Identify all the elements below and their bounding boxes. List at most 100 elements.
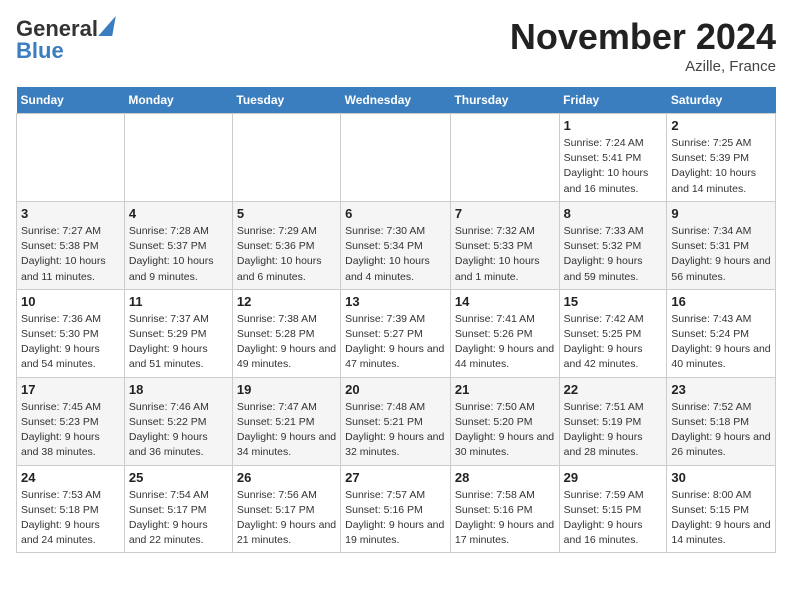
- day-cell: 28 Sunrise: 7:58 AM Sunset: 5:16 PM Dayli…: [450, 465, 559, 553]
- week-row-3: 10 Sunrise: 7:36 AM Sunset: 5:30 PM Dayli…: [17, 289, 776, 377]
- day-info: Sunrise: 8:00 AM Sunset: 5:15 PM Dayligh…: [671, 488, 771, 549]
- day-number: 7: [455, 206, 555, 221]
- day-info: Sunrise: 7:27 AM Sunset: 5:38 PM Dayligh…: [21, 224, 120, 285]
- day-cell: 21 Sunrise: 7:50 AM Sunset: 5:20 PM Dayli…: [450, 377, 559, 465]
- day-number: 11: [129, 294, 228, 309]
- day-info: Sunrise: 7:59 AM Sunset: 5:15 PM Dayligh…: [564, 488, 663, 549]
- day-info: Sunrise: 7:50 AM Sunset: 5:20 PM Dayligh…: [455, 400, 555, 461]
- day-cell: 13 Sunrise: 7:39 AM Sunset: 5:27 PM Dayli…: [341, 289, 451, 377]
- day-cell: 12 Sunrise: 7:38 AM Sunset: 5:28 PM Dayli…: [232, 289, 340, 377]
- day-number: 9: [671, 206, 771, 221]
- day-info: Sunrise: 7:33 AM Sunset: 5:32 PM Dayligh…: [564, 224, 663, 285]
- day-number: 17: [21, 382, 120, 397]
- day-info: Sunrise: 7:48 AM Sunset: 5:21 PM Dayligh…: [345, 400, 446, 461]
- location: Azille, France: [510, 58, 776, 75]
- day-cell: 18Sunrise: 7:46 AM Sunset: 5:22 PM Dayli…: [124, 377, 232, 465]
- day-cell: 19 Sunrise: 7:47 AM Sunset: 5:21 PM Dayli…: [232, 377, 340, 465]
- day-info: Sunrise: 7:29 AM Sunset: 5:36 PM Dayligh…: [237, 224, 336, 285]
- day-cell: 2Sunrise: 7:25 AM Sunset: 5:39 PM Daylig…: [667, 114, 776, 202]
- day-cell: 24Sunrise: 7:53 AM Sunset: 5:18 PM Dayli…: [17, 465, 125, 553]
- day-info: Sunrise: 7:54 AM Sunset: 5:17 PM Dayligh…: [129, 488, 228, 549]
- day-info: Sunrise: 7:58 AM Sunset: 5:16 PM Dayligh…: [455, 488, 555, 549]
- day-number: 19: [237, 382, 336, 397]
- day-cell: 22Sunrise: 7:51 AM Sunset: 5:19 PM Dayli…: [559, 377, 667, 465]
- day-info: Sunrise: 7:34 AM Sunset: 5:31 PM Dayligh…: [671, 224, 771, 285]
- day-number: 10: [21, 294, 120, 309]
- header-cell-friday: Friday: [559, 87, 667, 114]
- day-cell: 7Sunrise: 7:32 AM Sunset: 5:33 PM Daylig…: [450, 201, 559, 289]
- header-row: SundayMondayTuesdayWednesdayThursdayFrid…: [17, 87, 776, 114]
- day-cell: 3 Sunrise: 7:27 AM Sunset: 5:38 PM Daylig…: [17, 201, 125, 289]
- week-row-5: 24Sunrise: 7:53 AM Sunset: 5:18 PM Dayli…: [17, 465, 776, 553]
- day-info: Sunrise: 7:30 AM Sunset: 5:34 PM Dayligh…: [345, 224, 446, 285]
- page-header: General Blue November 2024 Azille, Franc…: [16, 16, 776, 75]
- day-cell: [450, 114, 559, 202]
- calendar-body: 1 Sunrise: 7:24 AM Sunset: 5:41 PM Daylig…: [17, 114, 776, 553]
- day-number: 20: [345, 382, 446, 397]
- header-cell-tuesday: Tuesday: [232, 87, 340, 114]
- day-number: 3: [21, 206, 120, 221]
- day-number: 13: [345, 294, 446, 309]
- day-info: Sunrise: 7:39 AM Sunset: 5:27 PM Dayligh…: [345, 312, 446, 373]
- day-cell: [17, 114, 125, 202]
- day-number: 2: [671, 118, 771, 133]
- day-cell: 5 Sunrise: 7:29 AM Sunset: 5:36 PM Daylig…: [232, 201, 340, 289]
- day-info: Sunrise: 7:41 AM Sunset: 5:26 PM Dayligh…: [455, 312, 555, 373]
- logo: General Blue: [16, 16, 114, 63]
- day-number: 22: [564, 382, 663, 397]
- day-info: Sunrise: 7:42 AM Sunset: 5:25 PM Dayligh…: [564, 312, 663, 373]
- day-number: 15: [564, 294, 663, 309]
- day-number: 24: [21, 470, 120, 485]
- header-cell-wednesday: Wednesday: [341, 87, 451, 114]
- day-info: Sunrise: 7:38 AM Sunset: 5:28 PM Dayligh…: [237, 312, 336, 373]
- day-number: 5: [237, 206, 336, 221]
- day-info: Sunrise: 7:36 AM Sunset: 5:30 PM Dayligh…: [21, 312, 120, 373]
- day-number: 8: [564, 206, 663, 221]
- week-row-1: 1 Sunrise: 7:24 AM Sunset: 5:41 PM Daylig…: [17, 114, 776, 202]
- day-number: 16: [671, 294, 771, 309]
- week-row-2: 3 Sunrise: 7:27 AM Sunset: 5:38 PM Daylig…: [17, 201, 776, 289]
- day-cell: 23 Sunrise: 7:52 AM Sunset: 5:18 PM Dayli…: [667, 377, 776, 465]
- day-number: 26: [237, 470, 336, 485]
- day-number: 4: [129, 206, 228, 221]
- month-title: November 2024: [510, 16, 776, 58]
- day-number: 27: [345, 470, 446, 485]
- day-cell: 8 Sunrise: 7:33 AM Sunset: 5:32 PM Daylig…: [559, 201, 667, 289]
- day-cell: 11Sunrise: 7:37 AM Sunset: 5:29 PM Dayli…: [124, 289, 232, 377]
- day-number: 12: [237, 294, 336, 309]
- day-info: Sunrise: 7:28 AM Sunset: 5:37 PM Dayligh…: [129, 224, 228, 285]
- header-cell-sunday: Sunday: [17, 87, 125, 114]
- day-number: 28: [455, 470, 555, 485]
- day-cell: 26 Sunrise: 7:56 AM Sunset: 5:17 PM Dayli…: [232, 465, 340, 553]
- title-block: November 2024 Azille, France: [510, 16, 776, 75]
- day-cell: 16Sunrise: 7:43 AM Sunset: 5:24 PM Dayli…: [667, 289, 776, 377]
- day-number: 1: [564, 118, 663, 133]
- logo-blue: Blue: [16, 39, 64, 63]
- day-cell: 30 Sunrise: 8:00 AM Sunset: 5:15 PM Dayli…: [667, 465, 776, 553]
- day-cell: [341, 114, 451, 202]
- day-number: 21: [455, 382, 555, 397]
- day-info: Sunrise: 7:52 AM Sunset: 5:18 PM Dayligh…: [671, 400, 771, 461]
- week-row-4: 17 Sunrise: 7:45 AM Sunset: 5:23 PM Dayli…: [17, 377, 776, 465]
- day-info: Sunrise: 7:47 AM Sunset: 5:21 PM Dayligh…: [237, 400, 336, 461]
- day-cell: [124, 114, 232, 202]
- day-cell: 17 Sunrise: 7:45 AM Sunset: 5:23 PM Dayli…: [17, 377, 125, 465]
- day-number: 23: [671, 382, 771, 397]
- day-cell: 27 Sunrise: 7:57 AM Sunset: 5:16 PM Dayli…: [341, 465, 451, 553]
- day-number: 6: [345, 206, 446, 221]
- day-info: Sunrise: 7:24 AM Sunset: 5:41 PM Dayligh…: [564, 136, 663, 197]
- day-number: 25: [129, 470, 228, 485]
- day-number: 30: [671, 470, 771, 485]
- day-cell: 1 Sunrise: 7:24 AM Sunset: 5:41 PM Daylig…: [559, 114, 667, 202]
- day-cell: 25 Sunrise: 7:54 AM Sunset: 5:17 PM Dayli…: [124, 465, 232, 553]
- day-number: 29: [564, 470, 663, 485]
- day-info: Sunrise: 7:56 AM Sunset: 5:17 PM Dayligh…: [237, 488, 336, 549]
- day-info: Sunrise: 7:57 AM Sunset: 5:16 PM Dayligh…: [345, 488, 446, 549]
- day-cell: 15 Sunrise: 7:42 AM Sunset: 5:25 PM Dayli…: [559, 289, 667, 377]
- day-info: Sunrise: 7:45 AM Sunset: 5:23 PM Dayligh…: [21, 400, 120, 461]
- day-cell: 6 Sunrise: 7:30 AM Sunset: 5:34 PM Daylig…: [341, 201, 451, 289]
- calendar-header: SundayMondayTuesdayWednesdayThursdayFrid…: [17, 87, 776, 114]
- calendar-table: SundayMondayTuesdayWednesdayThursdayFrid…: [16, 87, 776, 553]
- header-cell-saturday: Saturday: [667, 87, 776, 114]
- day-cell: 4 Sunrise: 7:28 AM Sunset: 5:37 PM Daylig…: [124, 201, 232, 289]
